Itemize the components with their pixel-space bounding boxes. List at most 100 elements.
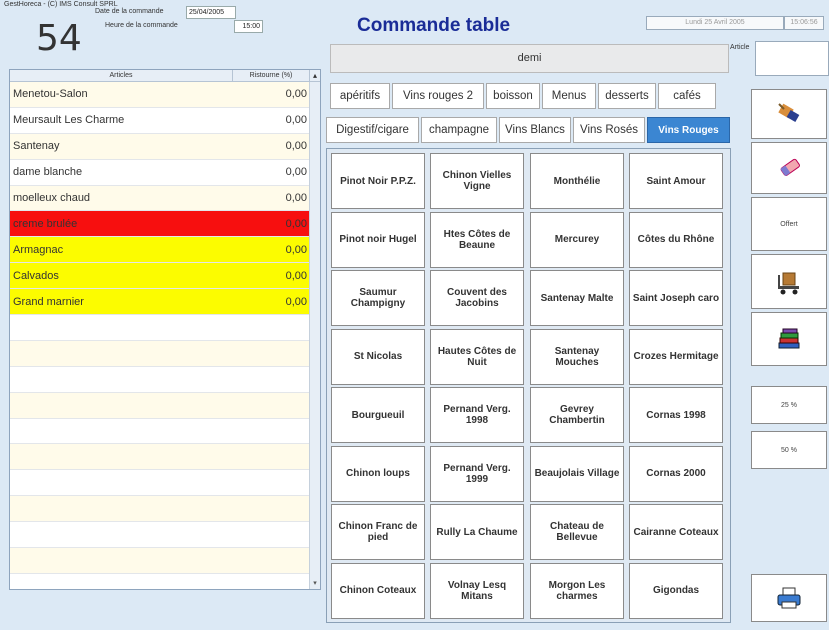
wine-button[interactable]: Cairanne Coteaux: [629, 504, 723, 560]
wine-button[interactable]: Pernand Verg. 1999: [430, 445, 524, 502]
article-discount: 0,00: [285, 88, 307, 101]
eraser-button[interactable]: [751, 142, 827, 194]
wine-button[interactable]: Chinon loups: [331, 445, 425, 502]
article-name: creme brulée: [13, 217, 78, 230]
tab-caf-s[interactable]: cafés: [658, 83, 716, 109]
order-date-field[interactable]: 25/04/2005: [186, 6, 236, 19]
tab-champagne[interactable]: champagne: [421, 117, 497, 143]
article-name: Meursault Les Charme: [13, 114, 125, 127]
tab-boisson[interactable]: boisson: [486, 83, 540, 109]
article-name: Santenay: [13, 140, 60, 153]
articles-rows: Menetou-Salon 0,00 Meursault Les Charme 0,0…: [10, 82, 309, 589]
wine-button[interactable]: Saint Amour: [629, 153, 723, 209]
wine-button[interactable]: Bourgueuil: [331, 387, 425, 443]
order-time-label: Heure de la commande: [105, 22, 178, 29]
column-discount[interactable]: Ristourne (%): [233, 70, 310, 81]
books-button[interactable]: [751, 312, 827, 366]
wine-button[interactable]: Pernand Verg. 1998: [430, 387, 524, 443]
article-field[interactable]: [755, 41, 829, 76]
article-label: Article: [730, 44, 750, 51]
wine-button[interactable]: Beaujolais Village: [530, 445, 624, 502]
wine-button[interactable]: Cornas 2000: [629, 445, 723, 502]
offert-button[interactable]: Offert: [751, 197, 827, 251]
books-icon: [778, 328, 800, 349]
wine-button[interactable]: Hautes Côtes de Nuit: [430, 328, 524, 385]
empty-row[interactable]: [10, 315, 309, 341]
articles-list: Articles Ristourne (%) ▴ Menetou-Salon 0,…: [9, 69, 321, 590]
wine-button[interactable]: Morgon Les charmes: [530, 562, 624, 619]
empty-row[interactable]: [10, 366, 309, 393]
wine-button[interactable]: Couvent des Jacobins: [430, 270, 524, 326]
article-name: Menetou-Salon: [13, 88, 88, 101]
wine-button[interactable]: Saint Joseph caro: [629, 270, 723, 326]
wine-button[interactable]: Chateau de Bellevue: [530, 504, 624, 560]
empty-row[interactable]: [10, 522, 309, 549]
wine-button[interactable]: Cornas 1998: [629, 387, 723, 443]
wine-button[interactable]: Gigondas: [629, 562, 723, 619]
wine-button[interactable]: Mercurey: [530, 211, 624, 268]
selected-variant[interactable]: demi: [330, 44, 729, 73]
empty-row[interactable]: [10, 418, 309, 445]
broom-icon: [778, 103, 800, 122]
tab-digestif-cigare[interactable]: Digestif/cigare: [326, 117, 419, 143]
empty-row[interactable]: [10, 470, 309, 497]
article-discount: 0,00: [285, 114, 307, 127]
table-row[interactable]: creme brulée 0,00: [10, 211, 309, 238]
broom-button[interactable]: [751, 89, 827, 139]
column-articles[interactable]: Articles: [10, 70, 233, 81]
empty-row[interactable]: [10, 392, 309, 419]
wine-button[interactable]: Santenay Mouches: [530, 328, 624, 385]
tab-ap-ritifs[interactable]: apéritifs: [330, 83, 390, 109]
wine-button[interactable]: Htes Côtes de Beaune: [430, 211, 524, 268]
tab-vins-rouges-2[interactable]: Vins rouges 2: [392, 83, 484, 109]
print-button[interactable]: [751, 574, 827, 622]
table-row[interactable]: Santenay 0,00: [10, 133, 309, 160]
wine-button[interactable]: Côtes du Rhône: [629, 211, 723, 268]
tab-vins-rouges[interactable]: Vins Rouges: [647, 117, 730, 143]
wine-button[interactable]: Saumur Champigny: [331, 270, 425, 326]
discount-50-button[interactable]: 50 %: [751, 431, 827, 469]
table-row[interactable]: dame blanche 0,00: [10, 159, 309, 186]
scroll-down-arrow[interactable]: ▾: [310, 579, 320, 589]
wine-button[interactable]: Gevrey Chambertin: [530, 387, 624, 443]
article-discount: 0,00: [285, 217, 307, 230]
article-name: Armagnac: [13, 243, 64, 256]
table-row[interactable]: Meursault Les Charme 0,00: [10, 107, 309, 134]
wine-button[interactable]: Crozes Hermitage: [629, 328, 723, 385]
wine-button[interactable]: Monthélie: [530, 153, 624, 209]
scroll-up-arrow[interactable]: ▴: [310, 70, 320, 81]
tab-menus[interactable]: Menus: [542, 83, 596, 109]
article-discount: 0,00: [285, 295, 307, 308]
order-time-field[interactable]: 15:00: [234, 20, 263, 33]
table-row[interactable]: Calvados 0,00: [10, 263, 309, 290]
empty-row[interactable]: [10, 496, 309, 523]
table-row[interactable]: Grand marnier 0,00: [10, 289, 309, 316]
tab-desserts[interactable]: desserts: [598, 83, 656, 109]
empty-row[interactable]: [10, 340, 309, 367]
table-row[interactable]: Armagnac 0,00: [10, 237, 309, 264]
wine-button[interactable]: Pinot noir Hugel: [331, 211, 425, 268]
article-name: dame blanche: [13, 166, 83, 179]
discount-25-button[interactable]: 25 %: [751, 386, 827, 424]
tab-vins-ros-s[interactable]: Vins Rosés: [573, 117, 645, 143]
trolley-button[interactable]: [751, 254, 827, 309]
article-name: Grand marnier: [13, 295, 84, 308]
empty-row[interactable]: [10, 444, 309, 471]
wine-button[interactable]: St Nicolas: [331, 328, 425, 385]
wine-button[interactable]: Chinon Coteaux: [331, 562, 425, 619]
list-scrollbar[interactable]: ▾: [309, 82, 320, 589]
article-discount: 0,00: [285, 243, 307, 256]
table-row[interactable]: moelleux chaud 0,00: [10, 185, 309, 212]
table-row[interactable]: Menetou-Salon 0,00: [10, 82, 309, 108]
empty-row[interactable]: [10, 573, 309, 589]
wine-button[interactable]: Volnay Lesq Mitans: [430, 562, 524, 619]
tab-vins-blancs[interactable]: Vins Blancs: [499, 117, 571, 143]
app-title: GestHoreca - (C) IMS Consult SPRL: [4, 1, 118, 8]
wine-button[interactable]: Pinot Noir P.P.Z.: [331, 153, 425, 209]
wine-button[interactable]: Rully La Chaume: [430, 504, 524, 560]
wine-button[interactable]: Chinon Franc de pied: [331, 504, 425, 560]
wine-grid: Pinot Noir P.P.Z. Chinon Vielles Vigne Mon…: [326, 148, 731, 623]
empty-row[interactable]: [10, 548, 309, 574]
wine-button[interactable]: Chinon Vielles Vigne: [430, 153, 524, 209]
wine-button[interactable]: Santenay Malte: [530, 270, 624, 326]
